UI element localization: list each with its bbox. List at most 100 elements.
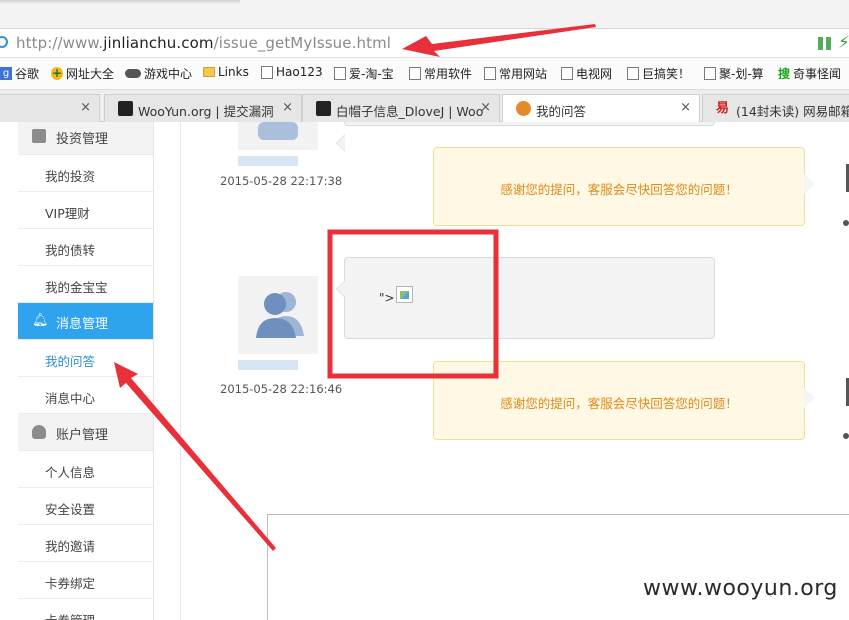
sidebar-item-label: VIP理财 [45, 206, 90, 221]
globe-icon [0, 36, 8, 48]
bookmark-games[interactable]: 游戏中心 [125, 65, 192, 82]
bookmark-label: 谷歌 [15, 67, 40, 81]
bookmark-juhuasuan[interactable]: 聚-划-算 [704, 65, 764, 82]
qr-code-icon[interactable] [818, 37, 831, 50]
bookmark-label: 电视网 [576, 67, 613, 81]
invest-icon [32, 129, 46, 143]
scroll-edge-dot [843, 220, 849, 226]
lightning-icon[interactable]: ⚡ [838, 33, 849, 53]
sidebar-head-invest[interactable]: 投资管理 [18, 122, 153, 155]
close-icon[interactable]: × [80, 100, 91, 115]
address-bar[interactable]: http://www.jinlianchu.com/issue_getMyIss… [0, 28, 849, 58]
sou-icon: 搜 [778, 67, 791, 81]
tab-label: (14封未读) 网易邮箱6 [736, 104, 849, 119]
page-icon [561, 67, 573, 80]
tab-netease-mail[interactable]: 易 (14封未读) 网易邮箱6 [702, 94, 849, 122]
bookmark-label: 游戏中心 [144, 67, 193, 81]
sidebar-head-account[interactable]: 账户管理 [18, 414, 153, 451]
bookmark-tv[interactable]: 电视网 [561, 65, 612, 82]
tab-bar: × WooYun.org | 提交漏洞 × 白帽子信息_DloveJ | Woo… [0, 90, 849, 123]
url-path: /issue_getMyIssue.html [213, 34, 392, 52]
folder-icon [203, 67, 215, 77]
bookmark-hao123[interactable]: Hao123 [261, 65, 323, 79]
sidebar-item-card-manage[interactable]: 卡券管理 [18, 599, 153, 620]
broken-image-glyph [400, 291, 409, 299]
netease-mail-icon: 易 [716, 101, 730, 116]
bookmark-google[interactable]: g 谷歌 [0, 65, 39, 82]
tab-label: 我的问答 [536, 104, 587, 119]
plus-icon: + [51, 66, 63, 80]
question-input-box[interactable] [267, 514, 849, 620]
question-bubble-partial [336, 122, 715, 152]
sidebar-item-my-investment[interactable]: 我的投资 [18, 155, 153, 192]
reply-text: 感谢您的提问，客服会尽快回答您的问题！ [500, 396, 738, 411]
sidebar-item-message-center[interactable]: 消息中心 [18, 377, 153, 414]
sidebar-item-card-bind[interactable]: 卡券绑定 [18, 562, 153, 599]
sidebar-item-vip[interactable]: VIP理财 [18, 192, 153, 229]
page-icon [261, 65, 273, 79]
page-content: 投资管理 我的投资 VIP理财 我的债转 我的金宝宝 🔔︎ 消息管理 我的问答 … [0, 122, 849, 620]
bookmark-sites[interactable]: 常用网站 [484, 65, 547, 82]
sidebar-item-label: 我的金宝宝 [45, 280, 108, 295]
url-text[interactable]: http://www.jinlianchu.com/issue_getMyIss… [16, 34, 391, 52]
bookmark-label: Hao123 [276, 65, 323, 79]
bell-icon: 🔔︎ [32, 313, 49, 328]
cat-favicon-icon [516, 101, 531, 116]
bookmark-label: 常用网站 [499, 67, 548, 81]
sidebar-item-label: 我的问答 [45, 354, 96, 369]
google-icon: g [0, 67, 12, 80]
bookmark-wangzhi[interactable]: + 网址大全 [51, 65, 114, 82]
user-silhouette-icon [258, 122, 298, 140]
title-strip-shadow [0, 0, 240, 4]
bookmark-label: 网址大全 [66, 67, 115, 81]
bookmark-strange[interactable]: 搜奇事怪闻 [778, 65, 841, 82]
user-avatar [238, 276, 318, 370]
close-icon[interactable]: × [282, 100, 293, 115]
sidebar-item-label: 卡券绑定 [45, 576, 96, 591]
tab-my-questions[interactable]: 我的问答 × [502, 94, 700, 123]
reply-bubble: 感谢您的提问，客服会尽快回答您的问题！ [433, 147, 815, 226]
sidebar-head-messages[interactable]: 🔔︎ 消息管理 [18, 303, 153, 340]
bookmark-label: 聚-划-算 [719, 67, 764, 81]
bookmark-funny[interactable]: 巨搞笑！ [627, 65, 690, 82]
page-icon [704, 67, 716, 80]
tab-blank[interactable]: × [0, 94, 100, 122]
bookmark-label: Links [218, 65, 249, 79]
sidebar-item-invites[interactable]: 我的邀请 [18, 525, 153, 562]
bookmark-label: 巨搞笑！ [642, 67, 691, 81]
sidebar-item-jinbaobao[interactable]: 我的金宝宝 [18, 266, 153, 303]
page-icon [409, 67, 421, 80]
username-blurred [238, 360, 298, 370]
tab-wooyun-submit[interactable]: WooYun.org | 提交漏洞 × [104, 94, 302, 122]
url-prefix: http://www. [16, 34, 104, 52]
broken-image-icon [396, 286, 413, 303]
gamepad-icon [125, 69, 141, 78]
person-icon [32, 425, 46, 439]
watermark: www.wooyun.org [643, 576, 838, 601]
question-text: "> [379, 291, 395, 305]
bookmark-software[interactable]: 常用软件 [409, 65, 472, 82]
sidebar-item-label: 消息中心 [45, 391, 96, 406]
tab-whitehat-info[interactable]: 白帽子信息_DloveJ | Woo × [302, 94, 500, 122]
sidebar-item-label: 安全设置 [45, 502, 96, 517]
username-blurred [238, 156, 298, 166]
bookmark-taobao[interactable]: 爱-淘-宝 [334, 65, 394, 82]
reply-bubble: 感谢您的提问，客服会尽快回答您的问题！ [433, 361, 815, 440]
sidebar-item-label: 个人信息 [45, 465, 96, 480]
users-group-icon [256, 292, 304, 338]
bookmarks-bar: g 谷歌 + 网址大全 游戏中心 Links Hao123 爱-淘-宝 常用软件 常… [0, 58, 849, 90]
page-icon [627, 67, 639, 80]
sidebar-head-label: 投资管理 [56, 132, 109, 147]
sidebar-item-security[interactable]: 安全设置 [18, 488, 153, 525]
close-icon[interactable]: × [680, 100, 691, 115]
url-domain: jinlianchu.com [103, 34, 214, 52]
content-divider [180, 122, 181, 620]
bookmark-links[interactable]: Links [203, 65, 249, 79]
sidebar-item-debt-transfer[interactable]: 我的债转 [18, 229, 153, 266]
wooyun-favicon-icon [118, 101, 133, 116]
sidebar-item-my-questions[interactable]: 我的问答 [18, 340, 153, 377]
bookmark-label: 奇事怪闻 [793, 67, 842, 81]
sidebar-item-personal-info[interactable]: 个人信息 [18, 451, 153, 488]
close-icon[interactable]: × [480, 100, 491, 115]
user-center-sidebar: 投资管理 我的投资 VIP理财 我的债转 我的金宝宝 🔔︎ 消息管理 我的问答 … [18, 122, 154, 620]
